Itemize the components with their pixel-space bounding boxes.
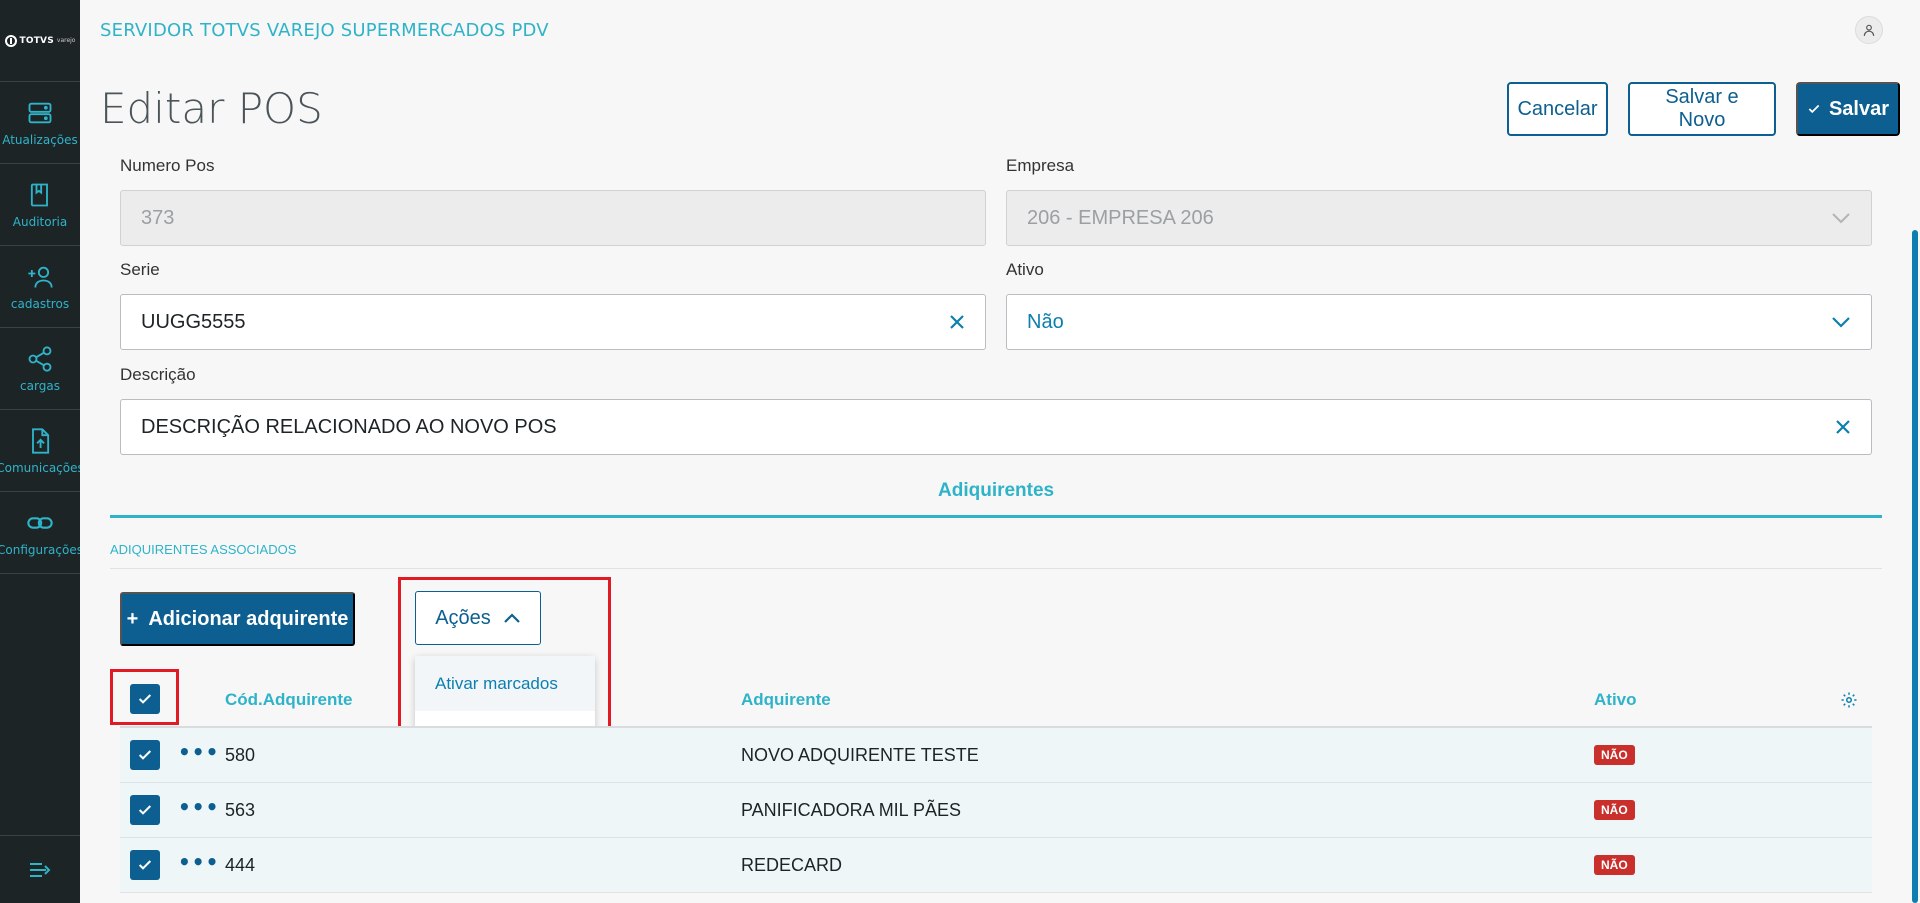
sidebar-item-atualizacoes[interactable]: Atualizações bbox=[0, 82, 80, 164]
plus-icon: + bbox=[126, 607, 139, 630]
table-row[interactable]: ••• 580 NOVO ADQUIRENTE TESTE NÃO bbox=[120, 728, 1872, 783]
save-button[interactable]: Salvar bbox=[1796, 82, 1900, 136]
cancel-button[interactable]: Cancelar bbox=[1507, 82, 1608, 136]
section-divider bbox=[110, 568, 1882, 569]
save-button-label: Salvar bbox=[1828, 97, 1890, 120]
sidebar-item-label: cargas bbox=[20, 378, 60, 393]
sidebar-collapse-button[interactable] bbox=[0, 835, 80, 903]
sidebar-item-label: Atualizações bbox=[2, 132, 78, 147]
save-and-new-button[interactable]: Salvar e Novo bbox=[1628, 82, 1776, 136]
serie-value: UUGG5555 bbox=[141, 310, 246, 333]
clear-icon[interactable] bbox=[949, 314, 965, 330]
menu-collapse-icon bbox=[30, 862, 51, 877]
gear-icon[interactable] bbox=[1840, 691, 1858, 709]
sidebar-item-label: Comunicações bbox=[0, 460, 80, 475]
more-options-icon[interactable]: ••• bbox=[178, 850, 219, 874]
check-icon bbox=[138, 805, 152, 815]
user-avatar[interactable] bbox=[1855, 16, 1883, 44]
table-row[interactable]: ••• 444 REDECARD NÃO bbox=[120, 838, 1872, 893]
column-header-ativo[interactable]: Ativo bbox=[1594, 690, 1637, 710]
column-header-adquirente[interactable]: Adquirente bbox=[741, 690, 831, 710]
tab-adiquirentes[interactable]: Adiquirentes bbox=[938, 480, 1054, 502]
cell-name: PANIFICADORA MIL PÃES bbox=[741, 800, 962, 820]
sidebar-item-label: cadastros bbox=[10, 296, 70, 311]
clear-icon[interactable] bbox=[1835, 419, 1851, 435]
sidebar-item-auditoria[interactable]: Auditoria bbox=[0, 164, 80, 246]
status-badge: NÃO bbox=[1594, 745, 1635, 765]
status-badge: NÃO bbox=[1594, 855, 1635, 875]
more-options-icon[interactable]: ••• bbox=[178, 740, 219, 764]
actions-dropdown-button[interactable]: Ações bbox=[415, 591, 541, 645]
add-adquirente-label: Adicionar adquirente bbox=[148, 607, 349, 630]
empresa-label: Empresa bbox=[1006, 156, 1075, 175]
row-checkbox[interactable] bbox=[130, 740, 160, 770]
check-icon bbox=[138, 694, 152, 704]
descricao-input[interactable]: DESCRIÇÃO RELACIONADO AO NOVO POS bbox=[120, 399, 1872, 455]
logo-brand: TOTVS bbox=[19, 35, 54, 46]
page-title: Editar POS bbox=[100, 84, 323, 133]
serie-label: Serie bbox=[120, 260, 160, 279]
ativo-value: Não bbox=[1027, 310, 1064, 333]
actions-label: Ações bbox=[435, 606, 491, 629]
cell-code: 563 bbox=[225, 800, 256, 820]
check-icon bbox=[138, 750, 152, 760]
status-badge: NÃO bbox=[1594, 800, 1635, 820]
logo: TOTVS varejo bbox=[0, 0, 80, 82]
server-icon bbox=[28, 102, 52, 123]
more-options-icon[interactable]: ••• bbox=[178, 795, 219, 819]
numero-pos-value: 373 bbox=[141, 206, 175, 229]
ativo-label: Ativo bbox=[1006, 260, 1044, 279]
table-header: Cód.Adquirente Adquirente Ativo bbox=[120, 672, 1872, 728]
sidebar: TOTVS varejo Atualizações Auditoria cada… bbox=[0, 0, 80, 903]
sidebar-item-comunicacoes[interactable]: Comunicações bbox=[0, 410, 80, 492]
row-checkbox[interactable] bbox=[130, 795, 160, 825]
empresa-value: 206 - EMPRESA 206 bbox=[1027, 206, 1214, 229]
table-row[interactable]: ••• 563 PANIFICADORA MIL PÃES NÃO bbox=[120, 783, 1872, 838]
add-adquirente-button[interactable]: + Adicionar adquirente bbox=[120, 592, 355, 646]
check-icon bbox=[1808, 104, 1820, 114]
link-icon bbox=[27, 516, 53, 529]
column-header-code[interactable]: Cód.Adquirente bbox=[225, 690, 353, 710]
book-icon bbox=[30, 183, 48, 206]
add-user-icon bbox=[28, 266, 53, 288]
check-icon bbox=[138, 860, 152, 870]
sidebar-item-cadastros[interactable]: cadastros bbox=[0, 246, 80, 328]
sidebar-item-label: Auditoria bbox=[12, 214, 68, 229]
sidebar-item-configuracoes[interactable]: Configurações bbox=[0, 492, 80, 574]
sidebar-item-cargas[interactable]: cargas bbox=[0, 328, 80, 410]
descricao-label: Descrição bbox=[120, 365, 196, 384]
cell-name: REDECARD bbox=[741, 855, 843, 875]
cell-code: 580 bbox=[225, 745, 256, 765]
numero-pos-label: Numero Pos bbox=[120, 156, 215, 175]
chevron-down-icon bbox=[1832, 213, 1850, 224]
user-icon bbox=[1863, 24, 1875, 36]
scrollbar[interactable] bbox=[1912, 230, 1918, 903]
cell-code: 444 bbox=[225, 855, 256, 875]
app-title: SERVIDOR TOTVS VAREJO SUPERMERCADOS PDV bbox=[100, 20, 549, 41]
ativo-select[interactable]: Não bbox=[1006, 294, 1872, 350]
totvs-logo-icon bbox=[4, 34, 17, 47]
serie-input[interactable]: UUGG5555 bbox=[120, 294, 986, 350]
chevron-up-icon bbox=[504, 612, 520, 623]
numero-pos-field: 373 bbox=[120, 190, 986, 246]
descricao-value: DESCRIÇÃO RELACIONADO AO NOVO POS bbox=[141, 415, 557, 438]
select-all-checkbox[interactable] bbox=[130, 684, 160, 714]
sidebar-item-label: Configurações bbox=[0, 542, 80, 557]
empresa-select: 206 - EMPRESA 206 bbox=[1006, 190, 1872, 246]
chevron-down-icon bbox=[1832, 317, 1850, 328]
cell-name: NOVO ADQUIRENTE TESTE bbox=[741, 745, 979, 765]
row-checkbox[interactable] bbox=[130, 850, 160, 880]
section-title: ADIQUIRENTES ASSOCIADOS bbox=[110, 542, 297, 557]
tab-underline bbox=[110, 515, 1882, 518]
share-icon bbox=[28, 345, 52, 372]
file-upload-icon bbox=[32, 427, 50, 454]
logo-sub: varejo bbox=[56, 37, 76, 44]
